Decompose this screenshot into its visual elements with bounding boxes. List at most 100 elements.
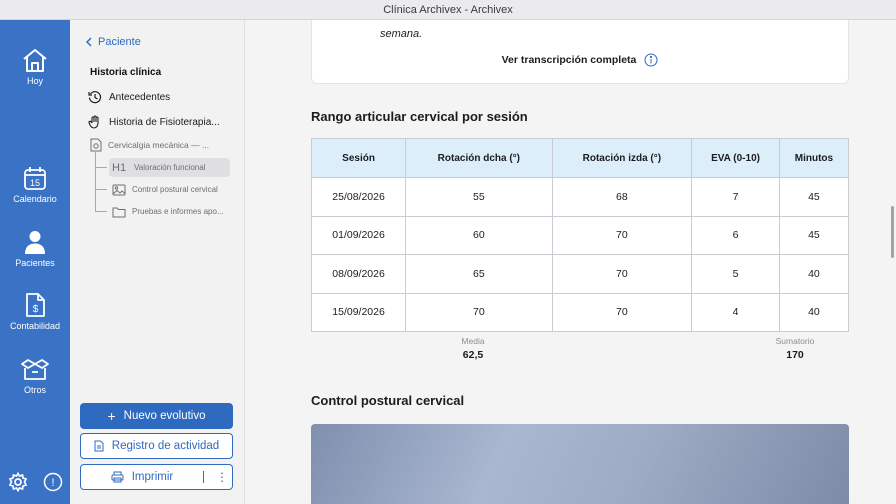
activity-log-button[interactable]: Registro de actividad <box>80 433 233 459</box>
print-split-button: Imprimir ⋮ <box>80 464 233 490</box>
svg-text:!: ! <box>51 477 54 489</box>
column-header: Sesión <box>310 138 407 178</box>
rail-item-calendario[interactable]: 15 Calendario <box>0 165 70 204</box>
folder-icon <box>112 207 126 217</box>
transcript-excerpt: semana. <box>380 28 423 40</box>
tree-item-valoracion-funcional[interactable]: H1 Valoración funcional <box>109 158 230 177</box>
table-row: 08/09/2026 65 70 5 40 <box>310 254 850 294</box>
table-cell: 7 <box>691 177 780 217</box>
main-content: semana. Ver transcripción completa Rango… <box>245 10 896 504</box>
table-cell: 45 <box>778 177 850 217</box>
mean-value: 62,5 <box>462 349 484 361</box>
sidebar-heading: Historia clínica <box>90 67 162 78</box>
transcript-card: semana. Ver transcripción completa <box>311 10 849 84</box>
table-cell: 01/09/2026 <box>310 215 407 255</box>
rail-item-hoy[interactable]: Hoy <box>0 47 70 86</box>
table-cell: 70 <box>405 292 553 332</box>
table-cell: 60 <box>405 215 553 255</box>
tree-connector <box>95 167 107 168</box>
sidebar-item-label: Antecedentes <box>109 91 171 103</box>
transcript-link-label: Ver transcripción completa <box>501 54 637 66</box>
calendar-icon: 15 <box>24 167 46 190</box>
new-evolution-label: Nuevo evolutivo <box>123 410 206 422</box>
rail-label-contabilidad: Contabilidad <box>9 321 61 331</box>
tree-item-pruebas-informes[interactable]: Pruebas e informes apo... <box>109 202 230 221</box>
table-cell: 4 <box>691 292 780 332</box>
tree-connector <box>95 152 96 212</box>
tree-item-label: Control postural cervical <box>132 185 218 194</box>
svg-text:$: $ <box>33 304 39 315</box>
invoice-icon: $ <box>26 293 45 317</box>
sidebar-record-label: Cervicalgia mecánica — ... <box>108 140 210 150</box>
mean-summary: Media 62,5 <box>423 336 523 361</box>
table-cell: 70 <box>551 215 693 255</box>
app-navigation-rail: Hoy 15 Calendario Pacientes $ Contabilid… <box>0 20 70 504</box>
view-full-transcript-link[interactable]: Ver transcripción completa <box>312 53 848 67</box>
table-row: 01/09/2026 60 70 6 45 <box>310 215 850 255</box>
clinical-history-sidebar: Paciente Historia clínica Antecedentes H… <box>70 20 245 504</box>
sidebar-item-antecedentes[interactable]: Antecedentes <box>88 90 170 104</box>
table-section-title: Rango articular cervical por sesión <box>311 109 528 124</box>
image-icon <box>112 184 126 195</box>
table-row: 15/09/2026 70 70 4 40 <box>310 292 850 332</box>
person-icon <box>25 231 45 254</box>
info-alert-icon[interactable]: ! <box>43 472 63 492</box>
column-header: Rotación dcha (°) <box>405 138 553 178</box>
table-cell: 40 <box>778 292 850 332</box>
vertical-scrollbar[interactable] <box>891 206 894 258</box>
sidebar-item-label: Historia de Fisioterapia... <box>109 116 220 128</box>
rail-label-pacientes: Pacientes <box>15 258 55 268</box>
table-header-row: Sesión Rotación dcha (°) Rotación izda (… <box>310 138 850 178</box>
table-cell: 65 <box>405 254 553 294</box>
heading-icon: H1 <box>112 161 127 174</box>
table-cell: 40 <box>778 254 850 294</box>
mean-label: Media <box>461 336 485 346</box>
tree-connector <box>95 211 107 212</box>
sidebar-record-cervicalgia[interactable]: Cervicalgia mecánica — ... <box>90 138 209 152</box>
rail-item-otros[interactable]: Otros <box>0 356 70 395</box>
rail-item-contabilidad[interactable]: $ Contabilidad <box>0 292 70 331</box>
column-header: EVA (0-10) <box>691 138 780 178</box>
photo-section-title: Control postural cervical <box>311 393 465 408</box>
sidebar-item-historia-fisioterapia[interactable]: Historia de Fisioterapia... <box>88 115 220 129</box>
printer-icon <box>111 471 124 483</box>
table-cell: 08/09/2026 <box>310 254 407 294</box>
back-link-label: Paciente <box>98 36 141 48</box>
table-cell: 70 <box>551 292 693 332</box>
document-icon <box>94 440 104 452</box>
table-cell: 45 <box>778 215 850 255</box>
table-cell: 25/08/2026 <box>310 177 407 217</box>
tree-item-label: Valoración funcional <box>134 163 206 172</box>
tree-item-control-postural[interactable]: Control postural cervical <box>109 180 224 199</box>
table-cell: 68 <box>551 177 693 217</box>
gear-icon[interactable] <box>8 472 28 492</box>
table-cell: 70 <box>551 254 693 294</box>
tree-item-label: Pruebas e informes apo... <box>132 207 224 216</box>
info-icon <box>644 53 658 67</box>
window-title: Clínica Archivex - Archivex <box>0 0 896 20</box>
back-to-patient-link[interactable]: Paciente <box>86 36 141 48</box>
range-of-motion-table: Sesión Rotación dcha (°) Rotación izda (… <box>310 138 850 332</box>
table-row: 25/08/2026 55 68 7 45 <box>310 177 850 217</box>
new-evolution-button[interactable]: + Nuevo evolutivo <box>80 403 233 429</box>
print-button[interactable]: Imprimir <box>81 471 204 483</box>
activity-log-label: Registro de actividad <box>111 440 220 452</box>
box-icon <box>21 359 49 380</box>
tree-connector <box>95 189 107 190</box>
chevron-left-icon <box>86 37 92 47</box>
table-cell: 15/09/2026 <box>310 292 407 332</box>
rail-item-pacientes[interactable]: Pacientes <box>0 229 70 268</box>
column-header: Rotación izda (°) <box>551 138 693 178</box>
table-cell: 55 <box>405 177 553 217</box>
postural-photo[interactable] <box>311 424 849 504</box>
table-cell: 5 <box>691 254 780 294</box>
rail-label-hoy: Hoy <box>26 76 43 86</box>
rail-label-otros: Otros <box>23 385 46 395</box>
plus-icon: + <box>107 408 116 424</box>
history-icon <box>88 91 102 104</box>
sum-value: 170 <box>786 349 804 361</box>
sum-label: Sumatorio <box>775 336 815 346</box>
document-medical-icon <box>90 138 102 152</box>
hand-icon <box>88 115 99 129</box>
print-options-button[interactable]: ⋮ <box>212 470 232 484</box>
